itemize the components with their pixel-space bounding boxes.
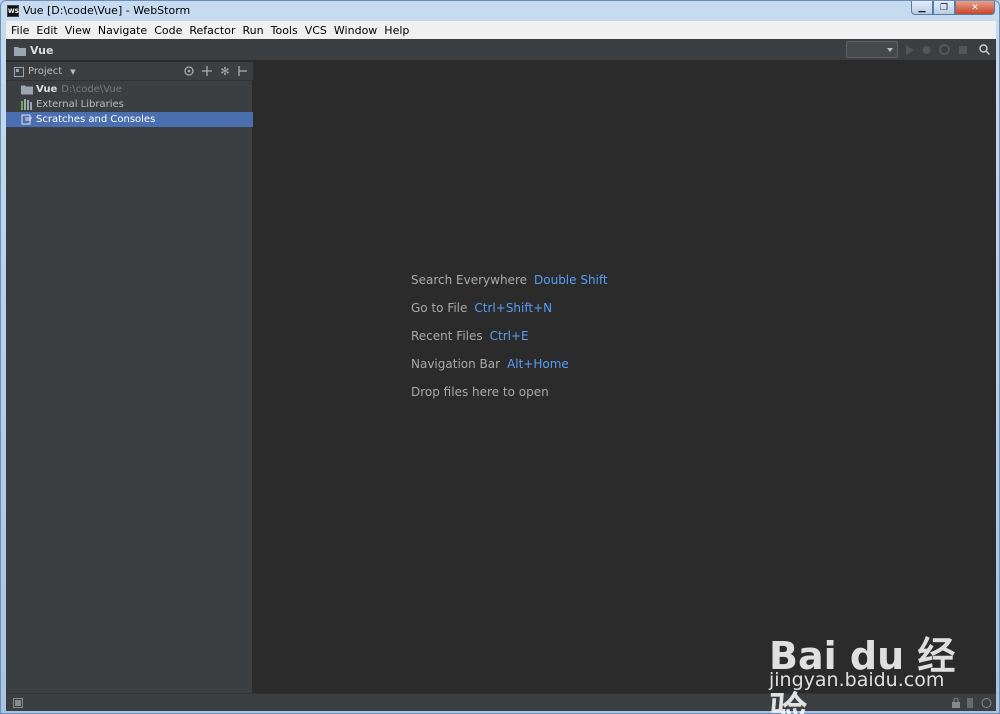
tree-node-label: Vue bbox=[36, 84, 58, 95]
hide-panel-button[interactable] bbox=[237, 65, 249, 77]
nav-project-label: Vue bbox=[30, 44, 54, 57]
search-everywhere-button[interactable] bbox=[978, 43, 991, 56]
folder-icon bbox=[14, 46, 26, 56]
hint-shortcut: Ctrl+Shift+N bbox=[474, 301, 553, 315]
hint-drop-files: Drop files here to open bbox=[411, 378, 608, 406]
hint-go-to-file: Go to File Ctrl+Shift+N bbox=[411, 294, 608, 322]
hint-label: Go to File bbox=[411, 301, 468, 315]
hide-icon bbox=[238, 66, 247, 76]
collapse-icon bbox=[202, 66, 212, 76]
navigation-bar: Vue bbox=[6, 39, 996, 61]
menu-view[interactable]: View bbox=[62, 24, 94, 37]
chevron-down-icon: ▼ bbox=[70, 67, 76, 76]
hint-recent-files: Recent Files Ctrl+E bbox=[411, 322, 608, 350]
hint-label: Navigation Bar bbox=[411, 357, 501, 371]
project-panel-toolbar: ✻ bbox=[183, 64, 249, 78]
menu-file[interactable]: File bbox=[8, 24, 32, 37]
menu-bar: File Edit View Navigate Code Refactor Ru… bbox=[6, 21, 996, 39]
hint-shortcut: Double Shift bbox=[534, 273, 608, 287]
project-panel-header: Project ▼ ✻ bbox=[6, 62, 253, 81]
play-icon bbox=[905, 44, 914, 55]
menu-refactor[interactable]: Refactor bbox=[186, 24, 238, 37]
project-icon bbox=[14, 66, 24, 77]
close-button[interactable]: ✕ bbox=[955, 1, 995, 15]
run-configuration-select[interactable] bbox=[846, 41, 898, 58]
menu-window[interactable]: Window bbox=[331, 24, 380, 37]
project-view-selector[interactable]: Project ▼ bbox=[14, 66, 76, 77]
nav-project-crumb[interactable]: Vue bbox=[14, 44, 53, 57]
close-icon: ✕ bbox=[971, 2, 979, 13]
tree-node-project-root[interactable]: Vue D:\code\Vue bbox=[6, 82, 253, 97]
gear-icon: ✻ bbox=[220, 64, 230, 78]
editor-hints: Search Everywhere Double Shift Go to Fil… bbox=[411, 266, 608, 406]
hint-shortcut: Alt+Home bbox=[507, 357, 569, 371]
tree-node-external-libraries[interactable]: External Libraries bbox=[6, 97, 253, 112]
coverage-button[interactable] bbox=[938, 43, 951, 56]
minimize-button[interactable]: ▁ bbox=[911, 1, 933, 15]
target-icon bbox=[184, 66, 194, 76]
bug-icon bbox=[922, 46, 931, 54]
restore-icon: ❐ bbox=[939, 2, 949, 13]
stop-icon bbox=[958, 45, 967, 54]
tool-windows-toggle[interactable] bbox=[12, 697, 24, 709]
search-icon bbox=[979, 44, 990, 55]
chevron-down-icon bbox=[887, 48, 893, 52]
title-bar[interactable]: WS Vue [D:\code\Vue] - WebStorm ▁ ❐ ✕ bbox=[1, 1, 999, 21]
window-title: Vue [D:\code\Vue] - WebStorm bbox=[23, 4, 191, 17]
minimize-icon: ▁ bbox=[918, 2, 926, 13]
panel-icon bbox=[13, 698, 23, 708]
tree-node-scratches[interactable]: Scratches and Consoles bbox=[6, 112, 253, 127]
project-tree: Vue D:\code\Vue External Libraries Scrat… bbox=[6, 82, 253, 127]
stop-button[interactable] bbox=[956, 43, 969, 56]
menu-help[interactable]: Help bbox=[381, 24, 412, 37]
webstorm-app-icon: WS bbox=[7, 5, 19, 17]
menu-tools[interactable]: Tools bbox=[268, 24, 301, 37]
hint-label: Recent Files bbox=[411, 329, 483, 343]
settings-button[interactable]: ✻ bbox=[219, 64, 231, 78]
hint-shortcut: Ctrl+E bbox=[489, 329, 529, 343]
collapse-all-button[interactable] bbox=[201, 65, 213, 77]
tree-node-label: Scratches and Consoles bbox=[36, 114, 156, 125]
window-controls: ▁ ❐ ✕ bbox=[911, 1, 995, 15]
project-panel-title: Project bbox=[28, 66, 63, 77]
hint-navigation-bar: Navigation Bar Alt+Home bbox=[411, 350, 608, 378]
window-frame: WS Vue [D:\code\Vue] - WebStorm ▁ ❐ ✕ Fi… bbox=[0, 0, 1000, 714]
hint-label: Drop files here to open bbox=[411, 385, 549, 399]
hint-label: Search Everywhere bbox=[411, 273, 527, 287]
library-icon bbox=[21, 99, 32, 110]
folder-icon bbox=[21, 85, 33, 95]
menu-run[interactable]: Run bbox=[240, 24, 267, 37]
watermark-url: jingyan.baidu.com bbox=[769, 669, 945, 691]
menu-vcs[interactable]: VCS bbox=[302, 24, 330, 37]
coverage-icon bbox=[939, 44, 950, 55]
project-tool-window: Project ▼ ✻ Vue D:\code\Vue External Lib… bbox=[6, 62, 253, 693]
debug-button[interactable] bbox=[920, 43, 933, 56]
tree-node-path: D:\code\Vue bbox=[61, 84, 122, 95]
scroll-from-source-button[interactable] bbox=[183, 65, 195, 77]
scratch-icon bbox=[21, 114, 32, 125]
hint-search-everywhere: Search Everywhere Double Shift bbox=[411, 266, 608, 294]
restore-button[interactable]: ❐ bbox=[933, 1, 955, 15]
menu-edit[interactable]: Edit bbox=[33, 24, 60, 37]
editor-empty-area[interactable]: Search Everywhere Double Shift Go to Fil… bbox=[254, 62, 996, 693]
menu-navigate[interactable]: Navigate bbox=[95, 24, 150, 37]
menu-code[interactable]: Code bbox=[151, 24, 185, 37]
run-button[interactable] bbox=[903, 43, 916, 56]
baidu-watermark: Bai du 经验 jingyan.baidu.com bbox=[769, 605, 989, 714]
tree-node-label: External Libraries bbox=[36, 99, 124, 110]
